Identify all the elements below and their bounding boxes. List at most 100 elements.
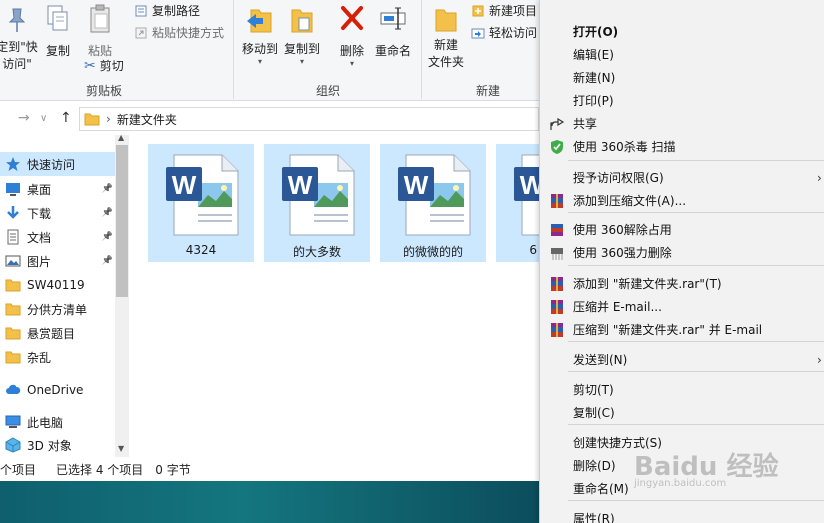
nav-item[interactable]: 此电脑 xyxy=(0,410,115,434)
download-icon xyxy=(5,205,21,221)
nav-item[interactable]: 图片 📌 xyxy=(0,249,115,273)
nav-item[interactable]: 分供方清单 xyxy=(0,297,115,321)
menu-item[interactable]: 重命名(M) xyxy=(540,477,824,500)
forward-arrow-icon[interactable]: → xyxy=(18,110,30,126)
menu-item[interactable]: 授予访问权限(G) › xyxy=(540,166,824,189)
nav-item-label: OneDrive xyxy=(27,383,84,397)
pin-to-quick-access-button[interactable]: 定到"快 访问" xyxy=(0,6,40,72)
menu-item[interactable]: 打开(O) xyxy=(540,20,824,43)
nav-item[interactable]: 桌面 📌 xyxy=(0,177,115,201)
nav-item-label: 3D 对象 xyxy=(27,438,72,453)
rename-button[interactable]: 重命名 xyxy=(372,4,414,59)
easy-access-button[interactable]: 轻松访问 xyxy=(471,24,537,41)
menu-item[interactable]: 使用 360强力删除 xyxy=(540,241,824,264)
pin-icon xyxy=(8,8,26,32)
pin-label-line2: 访问" xyxy=(2,57,32,71)
delete-label: 删除 xyxy=(339,44,364,58)
menu-item[interactable]: 新建(N) xyxy=(540,66,824,89)
menu-item[interactable]: 编辑(E) xyxy=(540,43,824,66)
new-item-button[interactable]: 新建项目 ▾ xyxy=(471,2,545,19)
nav-item-label: 悬赏题目 xyxy=(27,326,76,341)
menu-item[interactable]: 剪切(T) xyxy=(540,378,824,401)
computer-icon xyxy=(5,414,21,430)
status-selected-size: 0 字节 xyxy=(155,462,191,477)
copy-button[interactable]: 复制 xyxy=(42,4,74,59)
nav-item[interactable]: 悬赏题目 xyxy=(0,321,115,345)
copy-path-button[interactable]: 复制路径 xyxy=(134,2,200,19)
copy-to-icon xyxy=(291,9,313,33)
paste-shortcut-button[interactable]: 粘贴快捷方式 xyxy=(134,24,224,41)
copy-path-label: 复制路径 xyxy=(152,4,201,18)
scroll-down-icon[interactable]: ▼ xyxy=(118,444,124,453)
scroll-up-icon[interactable]: ▲ xyxy=(118,133,124,142)
menu-item-label: 共享 xyxy=(573,117,598,131)
svg-text:W: W xyxy=(172,170,197,200)
star-icon xyxy=(5,156,21,172)
recent-chevron-icon[interactable]: ∨ xyxy=(40,113,47,124)
folder-icon xyxy=(5,301,21,317)
up-arrow-icon[interactable]: ↑ xyxy=(60,110,72,126)
chevron-down-icon: ▾ xyxy=(299,57,304,66)
nav-scrollbar[interactable]: ▲ ▼ xyxy=(115,133,129,457)
rename-icon xyxy=(380,7,406,30)
menu-item[interactable]: 创建快捷方式(S) xyxy=(540,431,824,454)
menu-item-label: 重命名(M) xyxy=(573,482,629,496)
menu-item[interactable]: 共享 xyxy=(540,112,824,135)
new-folder-label-line1: 新建 xyxy=(433,38,458,52)
pin-icon: 📌 xyxy=(101,256,113,266)
nav-item[interactable]: 下载 📌 xyxy=(0,201,115,225)
new-folder-label-line2: 文件夹 xyxy=(427,55,464,69)
menu-item[interactable]: 发送到(N) › xyxy=(540,348,824,371)
menu-item[interactable]: 打印(P) xyxy=(540,89,824,112)
nav-item[interactable]: SW40119 xyxy=(0,273,115,297)
menu-item[interactable]: 压缩到 "新建文件夹.rar" 并 E-mail xyxy=(540,318,824,341)
menu-item[interactable]: 添加到 "新建文件夹.rar"(T) xyxy=(540,272,824,295)
nav-item[interactable]: 杂乱 xyxy=(0,345,115,369)
nav-item[interactable]: 文档 📌 xyxy=(0,225,115,249)
new-folder-button[interactable]: 新建 文件夹 xyxy=(426,4,466,70)
nav-item-label: 分供方清单 xyxy=(27,302,88,317)
menu-item-label: 复制(C) xyxy=(573,406,615,420)
file-tile[interactable]: W 的微微的的 xyxy=(380,144,486,262)
menu-item[interactable]: 使用 360杀毒 扫描 xyxy=(540,135,824,158)
menu-item-label: 打开(O) xyxy=(573,25,619,39)
menu-item[interactable]: 添加到压缩文件(A)... xyxy=(540,189,824,212)
file-tile[interactable]: W 4324 xyxy=(148,144,254,262)
desktop-background xyxy=(0,481,539,523)
file-name: 的微微的的 xyxy=(402,245,463,259)
nav-item[interactable]: 快速访问 xyxy=(0,152,115,176)
menu-item[interactable]: 删除(D) xyxy=(540,454,824,477)
paste-shortcut-label: 粘贴快捷方式 xyxy=(152,26,225,40)
address-path-field[interactable]: › 新建文件夹 xyxy=(79,107,539,131)
move-to-button[interactable]: 移动到 ▾ xyxy=(239,4,281,66)
new-group-label: 新建 xyxy=(476,84,501,98)
menu-separator xyxy=(568,265,824,266)
nav-scroll-thumb[interactable] xyxy=(116,145,128,297)
organize-group-label: 组织 xyxy=(316,84,341,98)
delete-x-icon xyxy=(341,6,363,30)
menu-item[interactable]: 使用 360解除占用 xyxy=(540,218,824,241)
menu-item-label: 剪切(T) xyxy=(573,383,614,397)
file-tile[interactable]: W6 xyxy=(496,144,587,262)
chevron-down-icon: ▾ xyxy=(257,57,262,66)
menu-item-label: 压缩到 "新建文件夹.rar" 并 E-mail xyxy=(573,323,763,337)
file-name: 的大多数 xyxy=(292,245,341,259)
menu-item[interactable]: 压缩并 E-mail... xyxy=(540,295,824,318)
breadcrumb-separator-icon: › xyxy=(106,112,111,126)
cube-icon xyxy=(5,437,21,453)
nav-item[interactable]: OneDrive xyxy=(0,378,115,402)
copy-to-button[interactable]: 复制到 ▾ xyxy=(282,4,322,66)
menu-item[interactable]: 复制(C) xyxy=(540,401,824,424)
folder-icon xyxy=(5,325,21,341)
nav-item[interactable]: 3D 对象 xyxy=(0,433,115,457)
menu-item[interactable]: 属性(R) xyxy=(540,507,824,523)
copy-path-icon xyxy=(135,5,147,16)
file-tile[interactable]: W 的大多数 xyxy=(264,144,370,262)
paste-button[interactable]: 粘贴 xyxy=(84,4,116,59)
nav-item-label: 此电脑 xyxy=(27,415,64,430)
status-item-count: 个项目 xyxy=(0,462,37,477)
ribbon-divider xyxy=(233,0,234,99)
cut-button[interactable]: ✂ 剪切 xyxy=(84,57,124,74)
breadcrumb-current-folder[interactable]: 新建文件夹 xyxy=(117,111,177,128)
delete-button[interactable]: 删除 ▾ xyxy=(336,4,368,68)
